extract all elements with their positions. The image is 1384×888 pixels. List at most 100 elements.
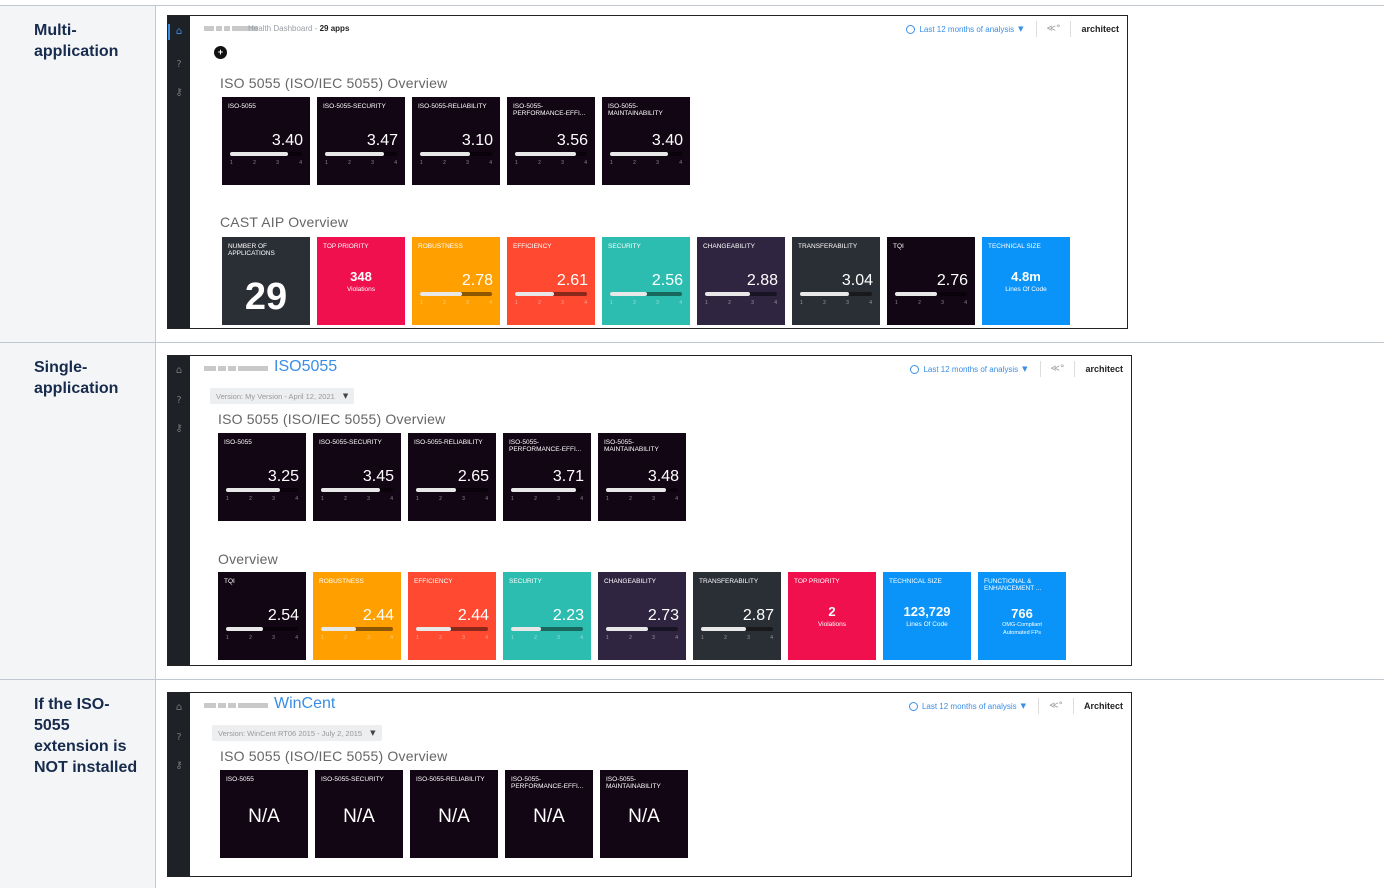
scale-tick: 1 — [416, 496, 419, 502]
tile-transferability[interactable]: TRANSFERABILITY 3.04 1 2 3 4 — [792, 237, 880, 325]
score-scale: 1 2 3 4 — [610, 300, 682, 306]
score-bar-fill — [321, 488, 381, 492]
score-scale: 1 2 3 4 — [511, 635, 583, 641]
tile-top-priority[interactable]: TOP PRIORITY 348 Violations — [317, 237, 405, 325]
tile-iso-5055-reliability[interactable]: ISO-5055-RELIABILITY 3.10 1 2 3 4 — [412, 97, 500, 185]
tile-label: ISO-5055-RELIABILITY — [414, 439, 483, 446]
tile-iso-5055-maintainability[interactable]: ISO-5055-MAINTAINABILITY 3.48 1 2 3 4 — [598, 433, 686, 521]
period-selector[interactable]: Last 12 months of analysis ▼ — [910, 364, 1028, 374]
tile-top-priority[interactable]: TOP PRIORITY 2 Violations — [788, 572, 876, 660]
tile-label: TECHNICAL SIZE — [889, 578, 942, 585]
scale-tick: 1 — [511, 496, 514, 502]
version-select[interactable]: Version: My Version - April 12, 2021 ▼ — [210, 388, 355, 404]
tile-value: 2 — [828, 604, 836, 619]
scale-tick: 4 — [584, 160, 587, 166]
scale-tick: 3 — [462, 635, 465, 641]
tile-security[interactable]: SECURITY 2.56 1 2 3 4 — [602, 237, 690, 325]
tile-subtitle: Lines Of Code — [1005, 286, 1047, 293]
tile-technical-size[interactable]: TECHNICAL SIZE 4.8m Lines Of Code — [982, 237, 1070, 325]
score-scale: 1 2 3 4 — [606, 635, 678, 641]
user-name[interactable]: Architect — [1074, 701, 1131, 711]
period-selector[interactable]: Last 12 months of analysis ▼ — [908, 701, 1026, 711]
scale-tick: 2 — [538, 300, 541, 306]
tile-robustness[interactable]: ROBUSTNESS 2.78 1 2 3 4 — [412, 237, 500, 325]
tile-iso-5055-security[interactable]: ISO-5055-SECURITY 3.47 1 2 3 4 — [317, 97, 405, 185]
tile-changeability[interactable]: CHANGEABILITY 2.73 1 2 3 4 — [598, 572, 686, 660]
tile-iso-5055-security[interactable]: ISO-5055-SECURITY 3.45 1 2 3 4 — [313, 433, 401, 521]
user-name[interactable]: architect — [1071, 24, 1127, 34]
tile-label: TOP PRIORITY — [794, 578, 840, 585]
scale-tick: 2 — [344, 496, 347, 502]
tile-robustness[interactable]: ROBUSTNESS 2.44 1 2 3 4 — [313, 572, 401, 660]
scale-tick: 4 — [580, 496, 583, 502]
tile-functional-enhancement[interactable]: FUNCTIONAL & ENHANCEMENT ... 766 OMG-Compl… — [978, 572, 1066, 660]
score-scale: 1 2 3 4 — [800, 300, 872, 306]
tile-efficiency[interactable]: EFFICIENCY 2.44 1 2 3 4 — [408, 572, 496, 660]
breadcrumb[interactable]: Health Dashboard - 29 apps — [248, 24, 349, 33]
tile-tqi[interactable]: TQI 2.76 1 2 3 4 — [887, 237, 975, 325]
table-row-multi-application: Multi-application ⌂ ? ⚷ Health Dashboard… — [0, 5, 1384, 342]
app-title[interactable]: WinCent — [274, 695, 335, 713]
tile-value: 766 — [1011, 606, 1033, 621]
tile-iso-5055-maintainability[interactable]: ISO-5055-MAINTAINABILITY 3.40 1 2 3 4 — [602, 97, 690, 185]
score-bar — [321, 627, 393, 631]
tile-efficiency[interactable]: EFFICIENCY 2.61 1 2 3 4 — [507, 237, 595, 325]
key-icon[interactable]: ⚷ — [172, 86, 186, 100]
tile-value: N/A — [533, 806, 565, 827]
tile-changeability[interactable]: CHANGEABILITY 2.88 1 2 3 4 — [697, 237, 785, 325]
tile-iso-5055-performance-effi[interactable]: ISO-5055-PERFORMANCE-EFFI... 3.71 1 2 3 4 — [503, 433, 591, 521]
tile-number-of-applications[interactable]: NUMBER OF APPLICATIONS 29 — [222, 237, 310, 325]
tile-iso-5055[interactable]: ISO-5055 N/A — [220, 770, 308, 858]
period-selector[interactable]: Last 12 months of analysis ▼ — [906, 24, 1024, 34]
help-icon[interactable]: ? — [172, 394, 186, 408]
tile-label: ISO-5055-RELIABILITY — [418, 103, 487, 110]
key-icon[interactable]: ⚷ — [172, 759, 186, 773]
tile-tqi[interactable]: TQI 2.54 1 2 3 4 — [218, 572, 306, 660]
scale-tick: 2 — [443, 300, 446, 306]
documentation-table: Multi-application ⌂ ? ⚷ Health Dashboard… — [0, 0, 1384, 888]
key-icon[interactable]: ⚷ — [172, 422, 186, 436]
scale-tick: 1 — [610, 300, 613, 306]
scale-tick: 1 — [705, 300, 708, 306]
top-right-controls: Last 12 months of analysis ▼ ≪° architec… — [910, 356, 1131, 382]
tile-label: TRANSFERABILITY — [699, 578, 759, 585]
tile-technical-size[interactable]: TECHNICAL SIZE 123,729 Lines Of Code — [883, 572, 971, 660]
tile-iso-5055-maintainability[interactable]: ISO-5055-MAINTAINABILITY N/A — [600, 770, 688, 858]
app-title[interactable]: ISO5055 — [274, 358, 337, 376]
scale-tick: 4 — [770, 635, 773, 641]
tile-label: ISO-5055-PERFORMANCE-EFFI... — [509, 439, 582, 453]
tile-label: SECURITY — [509, 578, 542, 585]
tile-value: 2.65 — [457, 468, 489, 485]
tile-iso-5055-performance-effi[interactable]: ISO-5055-PERFORMANCE-EFFI... N/A — [505, 770, 593, 858]
share-icon[interactable]: ≪° — [1041, 364, 1075, 374]
tile-transferability[interactable]: TRANSFERABILITY 2.87 1 2 3 4 — [693, 572, 781, 660]
score-bar-fill — [800, 292, 849, 296]
score-scale: 1 2 3 4 — [416, 496, 488, 502]
tile-iso-5055-security[interactable]: ISO-5055-SECURITY N/A — [315, 770, 403, 858]
version-label: Version: My Version - April 12, 2021 — [216, 391, 335, 401]
help-icon[interactable]: ? — [172, 58, 186, 72]
tile-iso-5055-performance-effi[interactable]: ISO-5055-PERFORMANCE-EFFI... 3.56 1 2 3 4 — [507, 97, 595, 185]
clock-icon — [910, 364, 920, 374]
home-icon[interactable]: ⌂ — [172, 25, 186, 39]
period-label: Last 12 months of analysis — [919, 24, 1015, 34]
period-label: Last 12 months of analysis — [921, 701, 1017, 711]
home-icon[interactable]: ⌂ — [172, 364, 186, 378]
user-name[interactable]: architect — [1075, 364, 1131, 374]
score-bar — [420, 152, 492, 156]
score-bar — [515, 292, 587, 296]
version-select[interactable]: Version: WinCent RT06 2015 - July 2, 201… — [212, 725, 382, 741]
tile-iso-5055-reliability[interactable]: ISO-5055-RELIABILITY 2.65 1 2 3 4 — [408, 433, 496, 521]
scale-tick: 2 — [629, 496, 632, 502]
tile-security[interactable]: SECURITY 2.23 1 2 3 4 — [503, 572, 591, 660]
tile-iso-5055[interactable]: ISO-5055 3.25 1 2 3 4 — [218, 433, 306, 521]
share-icon[interactable]: ≪° — [1039, 701, 1073, 711]
add-icon[interactable]: + — [214, 46, 227, 59]
share-icon[interactable]: ≪° — [1037, 24, 1071, 34]
tile-iso-5055[interactable]: ISO-5055 3.40 1 2 3 4 — [222, 97, 310, 185]
tile-value: N/A — [438, 806, 470, 827]
tile-iso-5055-reliability[interactable]: ISO-5055-RELIABILITY N/A — [410, 770, 498, 858]
score-scale: 1 2 3 4 — [701, 635, 773, 641]
home-icon[interactable]: ⌂ — [172, 701, 186, 715]
help-icon[interactable]: ? — [172, 731, 186, 745]
